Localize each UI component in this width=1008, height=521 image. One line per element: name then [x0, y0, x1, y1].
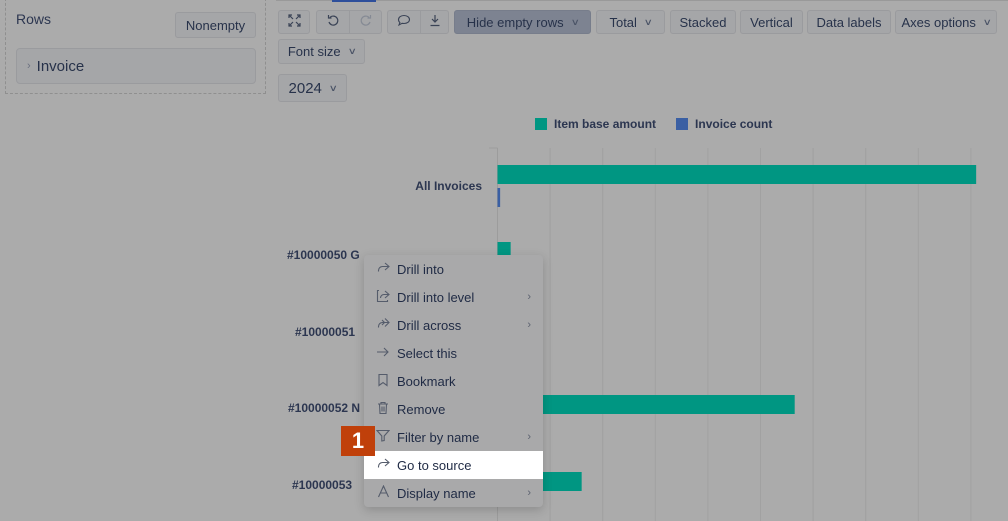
menu-item-select-this[interactable]: Select this: [364, 339, 543, 367]
menu-item-label: Remove: [397, 401, 446, 417]
category-label[interactable]: #10000052 N: [288, 401, 360, 415]
category-label[interactable]: All Invoices: [415, 179, 482, 193]
chevron-right-icon: ›: [527, 487, 531, 499]
drill-into-icon: [373, 261, 393, 277]
chevron-right-icon: ›: [527, 431, 531, 443]
text-icon: [373, 484, 393, 501]
bar-invoice-count[interactable]: [497, 188, 501, 207]
menu-item-remove[interactable]: Remove: [364, 395, 543, 423]
arrow-right-icon: [373, 346, 393, 361]
filter-icon: [373, 429, 393, 445]
menu-item-label: Select this: [397, 345, 457, 361]
chevron-right-icon: ›: [527, 291, 531, 303]
annotation-marker: 1: [341, 426, 375, 456]
drill-across-icon: [373, 317, 393, 333]
drill-into-level-icon: [373, 289, 393, 306]
menu-item-drill-into[interactable]: Drill into: [364, 255, 543, 283]
menu-item-drill-into-level[interactable]: Drill into level ›: [364, 283, 543, 311]
category-label[interactable]: #10000053: [292, 478, 352, 492]
category-label[interactable]: #10000050 G: [287, 248, 360, 262]
bar-item-base-amount[interactable]: [497, 165, 977, 184]
menu-item-drill-across[interactable]: Drill across ›: [364, 311, 543, 339]
menu-item-label: Drill into: [397, 261, 444, 277]
menu-item-display-name[interactable]: Display name ›: [364, 479, 543, 507]
menu-item-go-to-source[interactable]: Go to source: [364, 451, 543, 479]
menu-item-label: Filter by name: [397, 429, 480, 445]
menu-item-bookmark[interactable]: Bookmark: [364, 367, 543, 395]
menu-item-label: Bookmark: [397, 373, 456, 389]
menu-item-label: Display name: [397, 485, 476, 501]
chevron-right-icon: ›: [527, 319, 531, 331]
context-menu: Drill into Drill into level › Drill across ›…: [364, 255, 543, 507]
trash-icon: [373, 401, 393, 418]
menu-item-label: Drill into level: [397, 289, 475, 305]
menu-item-filter-by-name[interactable]: Filter by name ›: [364, 423, 543, 451]
go-to-source-icon: [373, 457, 393, 473]
category-label[interactable]: #10000051: [295, 325, 355, 339]
menu-item-label: Drill across: [397, 317, 462, 333]
bookmark-icon: [373, 373, 393, 390]
menu-item-label: Go to source: [397, 457, 472, 473]
